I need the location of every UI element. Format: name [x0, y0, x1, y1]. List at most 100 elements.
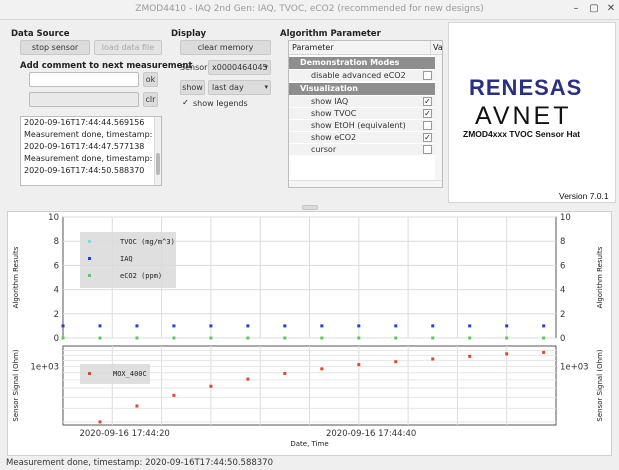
data-point — [246, 377, 250, 381]
param-checkbox[interactable] — [423, 71, 432, 80]
y-axis-label: Sensor Signal (Ohm) — [12, 349, 20, 421]
param-checkbox[interactable]: ✓ — [423, 97, 432, 106]
maximize-icon[interactable]: ▢ — [588, 3, 600, 15]
data-point — [135, 324, 139, 328]
close-icon[interactable]: ✕ — [605, 3, 617, 15]
data-point — [357, 336, 361, 340]
legend-marker — [88, 372, 91, 375]
param-disable-advanced-eco2[interactable]: disable advanced eCO2 algorithm — [289, 70, 435, 92]
data-point — [98, 420, 102, 424]
legend-marker — [88, 274, 91, 277]
measurement-log[interactable]: 2020-09-16T17:44:44.569156 Measurement d… — [20, 116, 162, 186]
splitter-handle[interactable] — [302, 205, 318, 210]
y-tick-label: 2 — [560, 310, 565, 320]
param-show-eco2[interactable]: show eCO2 ✓ — [289, 132, 435, 144]
param-show-iaq[interactable]: show IAQ ✓ — [289, 96, 435, 108]
data-point — [320, 336, 324, 340]
legend-marker — [88, 257, 91, 260]
data-point — [505, 352, 509, 356]
param-checkbox[interactable]: ✓ — [423, 109, 432, 118]
chevron-down-icon: ▾ — [264, 83, 268, 91]
data-point — [505, 324, 509, 328]
show-legends-label: show legends — [193, 99, 248, 108]
period-select[interactable]: last day ▾ — [208, 80, 271, 95]
data-point — [246, 324, 250, 328]
data-point — [283, 371, 287, 375]
data-point — [357, 363, 361, 367]
show-button[interactable]: show — [180, 80, 205, 95]
data-point — [61, 324, 65, 328]
data-point — [394, 336, 398, 340]
legend-label: eCO2 (ppm) — [120, 272, 162, 280]
data-point — [542, 350, 546, 354]
log-line: 2020-09-16T17:44:50.588370 — [24, 166, 145, 175]
log-scrollbar[interactable] — [154, 117, 161, 185]
y-tick-label: 6 — [560, 261, 565, 271]
algorithm-parameter-title: Algorithm Parameter — [280, 29, 381, 39]
parameter-tree[interactable]: Parameter Va Demonstration Modes disable… — [288, 40, 443, 188]
y-tick-label: 8 — [560, 237, 565, 247]
legend-label: TVOC (mg/m^3) — [120, 238, 175, 246]
param-checkbox[interactable] — [423, 121, 432, 130]
col-parameter: Parameter — [292, 43, 334, 52]
clear-memory-button[interactable]: clear memory — [180, 40, 271, 55]
version-label: Version 7.0.1 — [559, 191, 609, 201]
plot-area[interactable]: 0 0 2 2 4 4 6 6 8 8 10 10 Algorithm Results Algorithm… — [7, 211, 612, 456]
data-point — [209, 324, 213, 328]
y-axis-label-right: Algorithm Results — [596, 246, 604, 308]
data-point — [431, 324, 435, 328]
y-tick-label: 0 — [54, 334, 59, 344]
param-label: cursor — [311, 145, 337, 154]
sensor-select[interactable]: x0000464045 ▾ — [208, 60, 271, 75]
y-tick-label: 6 — [54, 261, 59, 271]
y-tick-label: 4 — [560, 286, 565, 296]
group-visualization[interactable]: Visualization — [289, 83, 435, 95]
plot-svg: 0 0 2 2 4 4 6 6 8 8 10 10 Algorithm Results Algorithm… — [12, 213, 604, 448]
param-checkbox[interactable] — [423, 145, 432, 154]
clear-comment-button[interactable]: clr — [143, 92, 158, 107]
param-show-etoh[interactable]: show EtOH (equivalent) — [289, 120, 435, 132]
logo-graphic: RENESAS AVNET ZMOD4xxx TVOC Sensor Hat V… — [463, 75, 609, 201]
tree-horizontal-scrollbar[interactable] — [289, 180, 442, 187]
load-data-file-button[interactable]: load data file — [94, 40, 162, 55]
tree-vertical-scrollbar[interactable] — [435, 55, 442, 181]
param-label: show EtOH (equivalent) — [311, 121, 406, 130]
comment-input[interactable] — [29, 72, 139, 87]
y-tick-label: 2 — [54, 310, 59, 320]
data-point — [394, 324, 398, 328]
data-source-title: Data Source — [11, 29, 70, 39]
data-point — [542, 324, 546, 328]
product-title: ZMOD4xxx TVOC Sensor Hat — [463, 129, 580, 139]
avnet-logo: AVNET — [475, 102, 572, 130]
ok-button[interactable]: ok — [143, 72, 158, 87]
data-point — [468, 354, 472, 358]
data-point — [542, 336, 546, 340]
stop-sensor-button[interactable]: stop sensor — [20, 40, 90, 55]
y-tick-label: 10 — [48, 213, 59, 223]
data-point — [61, 336, 65, 340]
log-scrollbar-thumb[interactable] — [156, 153, 160, 175]
show-legends-checkbox[interactable]: ✓ — [181, 99, 190, 108]
param-label: show TVOC — [311, 109, 357, 118]
legend-marker — [88, 240, 91, 243]
y-tick-label: 1e+03 — [30, 362, 59, 372]
param-checkbox[interactable]: ✓ — [423, 133, 432, 142]
data-point — [468, 336, 472, 340]
y-tick-label: 8 — [54, 237, 59, 247]
log-line: Measurement done, timestamp: — [24, 130, 153, 139]
param-show-tvoc[interactable]: show TVOC ✓ — [289, 108, 435, 120]
log-line: Measurement done, timestamp: — [24, 154, 153, 163]
param-cursor[interactable]: cursor — [289, 144, 435, 156]
data-point — [172, 324, 176, 328]
data-point — [209, 336, 213, 340]
group-demonstration-modes[interactable]: Demonstration Modes — [289, 57, 435, 69]
data-point — [320, 324, 324, 328]
y-tick-label: 4 — [54, 286, 59, 296]
chevron-down-icon: ▾ — [264, 63, 268, 71]
data-point — [135, 404, 139, 408]
data-point — [468, 324, 472, 328]
status-bar: Measurement done, timestamp: 2020-09-16T… — [6, 458, 274, 468]
data-point — [283, 336, 287, 340]
window-title: ZMOD4410 - IAQ 2nd Gen: IAQ, TVOC, eCO2 … — [135, 4, 484, 14]
minimize-icon[interactable]: – — [570, 3, 582, 15]
